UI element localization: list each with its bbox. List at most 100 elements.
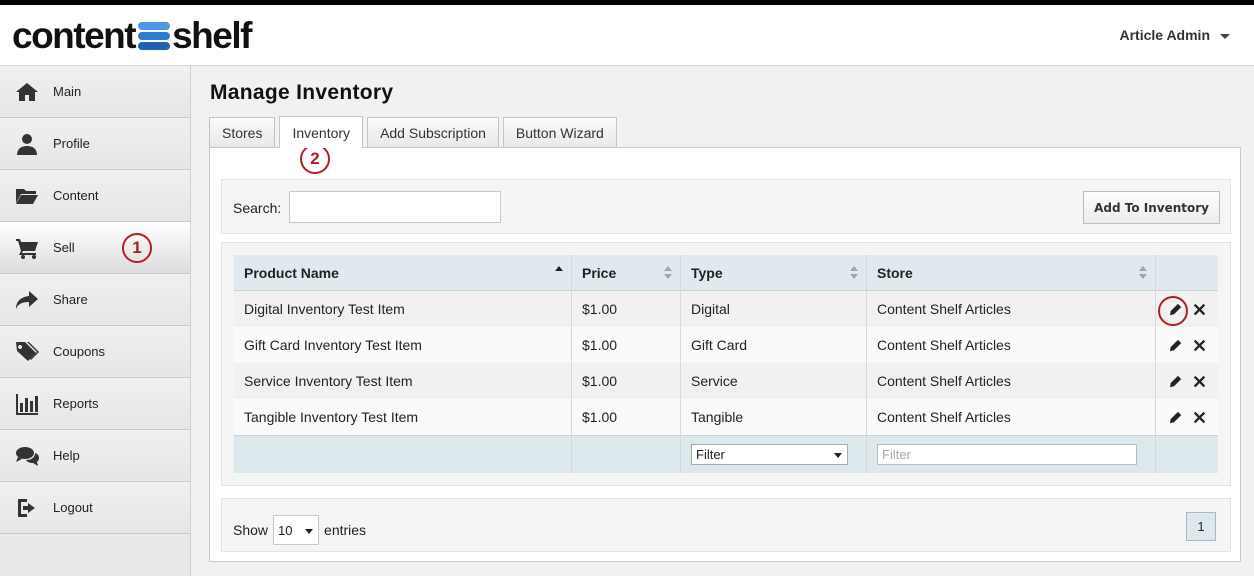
price-cell: $1.00 (572, 291, 681, 327)
sidebar-item-sell[interactable]: Sell (0, 222, 190, 274)
inventory-panel: Search: Add To Inventory Product Name Pr… (209, 147, 1241, 562)
logo-text-left: content (12, 15, 137, 56)
store-cell: Content Shelf Articles (867, 399, 1156, 435)
column-header-actions (1156, 255, 1218, 290)
store-filter-input[interactable] (877, 444, 1137, 465)
sidebar-item-label: Share (53, 292, 88, 307)
sidebar-item-share[interactable]: Share (0, 274, 190, 326)
search-bar: Search: Add To Inventory (221, 179, 1231, 234)
sidebar-item-coupons[interactable]: Coupons (0, 326, 190, 378)
sidebar-item-reports[interactable]: Reports (0, 378, 190, 430)
tags-icon (14, 339, 40, 365)
price-cell: $1.00 (572, 399, 681, 435)
page-length-control: Show 10 entries (233, 515, 366, 545)
sidebar-item-label: Coupons (53, 344, 106, 359)
page-length-select[interactable]: 10 (273, 515, 320, 545)
callout-badge-2: 2 (300, 144, 330, 174)
show-label: Show (233, 522, 269, 538)
pagination-page-1[interactable]: 1 (1186, 512, 1216, 541)
price-cell: $1.00 (572, 363, 681, 399)
actions-cell (1156, 399, 1218, 435)
column-header-label: Product Name (244, 264, 339, 281)
type-cell: Tangible (681, 399, 867, 435)
page-title: Manage Inventory (210, 81, 394, 104)
store-cell: Content Shelf Articles (867, 291, 1156, 327)
callout-badge-1: 1 (122, 233, 152, 263)
store-cell: Content Shelf Articles (867, 363, 1156, 399)
price-cell: $1.00 (572, 327, 681, 363)
column-header-product-name[interactable]: Product Name (234, 255, 572, 290)
store-cell: Content Shelf Articles (867, 327, 1156, 363)
tab-stores[interactable]: Stores (209, 117, 276, 147)
delete-x-icon[interactable] (1192, 374, 1206, 388)
sidebar-item-profile[interactable]: Profile (0, 118, 190, 170)
user-icon (14, 131, 40, 157)
sidebar-item-label: Main (53, 84, 82, 99)
filter-cell-store (867, 436, 1156, 473)
sidebar-item-label: Sell (53, 240, 75, 255)
sort-icon (1139, 266, 1147, 280)
column-header-store[interactable]: Store (867, 255, 1156, 290)
delete-x-icon[interactable] (1192, 410, 1206, 424)
actions-cell (1156, 363, 1218, 399)
type-filter-select[interactable]: Filter (691, 444, 848, 465)
sidebar-item-label: Logout (53, 500, 93, 515)
search-label: Search: (233, 200, 282, 216)
table-footer: Show 10 entries 1 (221, 498, 1231, 552)
delete-x-icon[interactable] (1192, 338, 1206, 352)
add-to-inventory-button[interactable]: Add To Inventory (1083, 191, 1220, 224)
edit-pencil-icon[interactable] (1168, 374, 1182, 388)
share-icon (14, 287, 40, 313)
column-header-label: Price (582, 264, 617, 281)
sidebar-item-help[interactable]: Help (0, 430, 190, 482)
table-filter-row: Filter (234, 435, 1218, 473)
tab-button-wizard[interactable]: Button Wizard (502, 117, 617, 147)
sidebar-item-logout[interactable]: Logout (0, 482, 190, 534)
column-header-price[interactable]: Price (572, 255, 681, 290)
sidebar-item-label: Profile (53, 136, 90, 151)
folder-open-icon (14, 183, 40, 209)
filter-cell-type: Filter (681, 436, 867, 473)
sort-icon (664, 266, 672, 280)
tab-inventory[interactable]: Inventory (279, 116, 364, 148)
entries-label: entries (324, 522, 367, 538)
product-name-cell: Gift Card Inventory Test Item (234, 327, 572, 363)
table-row: Service Inventory Test Item $1.00 Servic… (234, 363, 1218, 399)
app-header: content shelf Article Admin (0, 5, 1254, 66)
edit-pencil-icon[interactable] (1168, 338, 1182, 352)
content-shelf-logo[interactable]: content shelf (12, 15, 252, 56)
table-row: Tangible Inventory Test Item $1.00 Tangi… (234, 399, 1218, 435)
bar-chart-icon (14, 391, 40, 417)
sort-icon (850, 266, 858, 280)
type-cell: Digital (681, 291, 867, 327)
sidebar-item-main[interactable]: Main (0, 66, 190, 118)
table-header-row: Product Name Price Type Store (234, 255, 1218, 291)
type-cell: Gift Card (681, 327, 867, 363)
filter-cell-empty (1156, 436, 1218, 473)
column-header-label: Store (877, 264, 913, 281)
sort-ascending-icon (555, 266, 563, 280)
sidebar-item-content[interactable]: Content (0, 170, 190, 222)
chat-bubbles-icon (14, 443, 40, 469)
sidebar-item-label: Help (53, 448, 80, 463)
cart-icon (14, 235, 40, 261)
home-icon (14, 79, 40, 105)
user-menu[interactable]: Article Admin (1119, 27, 1230, 43)
product-name-cell: Service Inventory Test Item (234, 363, 572, 399)
filter-cell-empty (234, 436, 572, 473)
inventory-table: Product Name Price Type Store Digital In… (234, 255, 1218, 473)
tab-add-subscription[interactable]: Add Subscription (367, 117, 499, 147)
tab-bar: Stores Inventory Add Subscription Button… (209, 116, 617, 148)
sidebar-item-label: Content (53, 188, 99, 203)
logo-text-right: shelf (172, 15, 252, 56)
inventory-table-wrapper: Product Name Price Type Store Digital In… (221, 242, 1231, 486)
delete-x-icon[interactable] (1192, 302, 1206, 316)
table-row: Digital Inventory Test Item $1.00 Digita… (234, 291, 1218, 327)
edit-pencil-icon[interactable] (1168, 410, 1182, 424)
column-header-label: Type (691, 264, 723, 281)
user-menu-label: Article Admin (1119, 27, 1211, 43)
type-cell: Service (681, 363, 867, 399)
column-header-type[interactable]: Type (681, 255, 867, 290)
callout-ring-edit (1158, 296, 1188, 326)
search-input[interactable] (289, 191, 501, 223)
